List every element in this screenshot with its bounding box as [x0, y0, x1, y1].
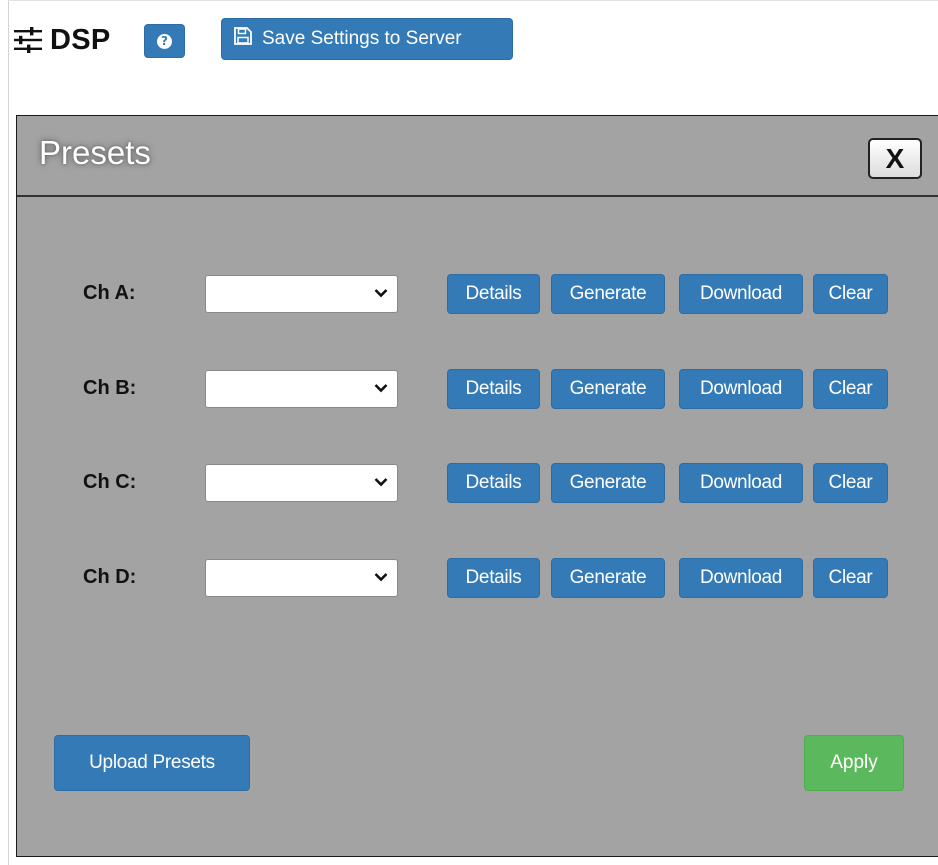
channel-label: Ch B: [83, 377, 137, 399]
question-circle-icon: ? [157, 33, 172, 49]
clear-button[interactable]: Clear [813, 274, 888, 314]
generate-button[interactable]: Generate [551, 274, 665, 314]
save-settings-button[interactable]: Save Settings to Server [221, 18, 513, 60]
generate-button[interactable]: Generate [551, 369, 665, 409]
chevron-down-icon [374, 384, 388, 393]
generate-button[interactable]: Generate [551, 463, 665, 503]
preset-select-b[interactable] [205, 370, 398, 408]
apply-button[interactable]: Apply [804, 735, 904, 791]
preset-select-a[interactable] [205, 275, 398, 313]
channel-label: Ch A: [83, 282, 136, 304]
modal-header: Presets X [17, 116, 938, 197]
generate-button[interactable]: Generate [551, 558, 665, 598]
page-title: DSP [50, 23, 111, 56]
preset-select-c[interactable] [205, 464, 398, 502]
save-settings-label: Save Settings to Server [262, 28, 462, 49]
channel-row-a: Ch A: Details Generate Download Clear [17, 274, 917, 314]
channel-label: Ch D: [83, 566, 137, 588]
modal-title: Presets [39, 134, 151, 171]
channel-label: Ch C: [83, 471, 137, 493]
sliders-icon [12, 24, 44, 56]
chevron-down-icon [374, 478, 388, 487]
presets-modal: Presets X Ch A: Details Generate Downloa… [16, 115, 938, 857]
preset-select-d[interactable] [205, 559, 398, 597]
details-button[interactable]: Details [447, 369, 540, 409]
help-button[interactable]: ? [144, 24, 185, 58]
page-border-left [8, 0, 9, 865]
clear-button[interactable]: Clear [813, 463, 888, 503]
download-button[interactable]: Download [679, 558, 803, 598]
download-button[interactable]: Download [679, 274, 803, 314]
clear-button[interactable]: Clear [813, 369, 888, 409]
chevron-down-icon [374, 573, 388, 582]
close-button[interactable]: X [868, 138, 922, 179]
chevron-down-icon [374, 289, 388, 298]
details-button[interactable]: Details [447, 274, 540, 314]
details-button[interactable]: Details [447, 463, 540, 503]
details-button[interactable]: Details [447, 558, 540, 598]
clear-button[interactable]: Clear [813, 558, 888, 598]
page-border-top [8, 0, 938, 1]
dsp-header: DSP ? Save Settings to Server [12, 18, 513, 62]
channel-row-b: Ch B: Details Generate Download Clear [17, 369, 917, 409]
channel-row-c: Ch C: Details Generate Download Clear [17, 463, 917, 503]
floppy-disk-icon [234, 27, 252, 51]
download-button[interactable]: Download [679, 463, 803, 503]
channel-row-d: Ch D: Details Generate Download Clear [17, 558, 917, 598]
download-button[interactable]: Download [679, 369, 803, 409]
upload-presets-button[interactable]: Upload Presets [54, 735, 250, 791]
